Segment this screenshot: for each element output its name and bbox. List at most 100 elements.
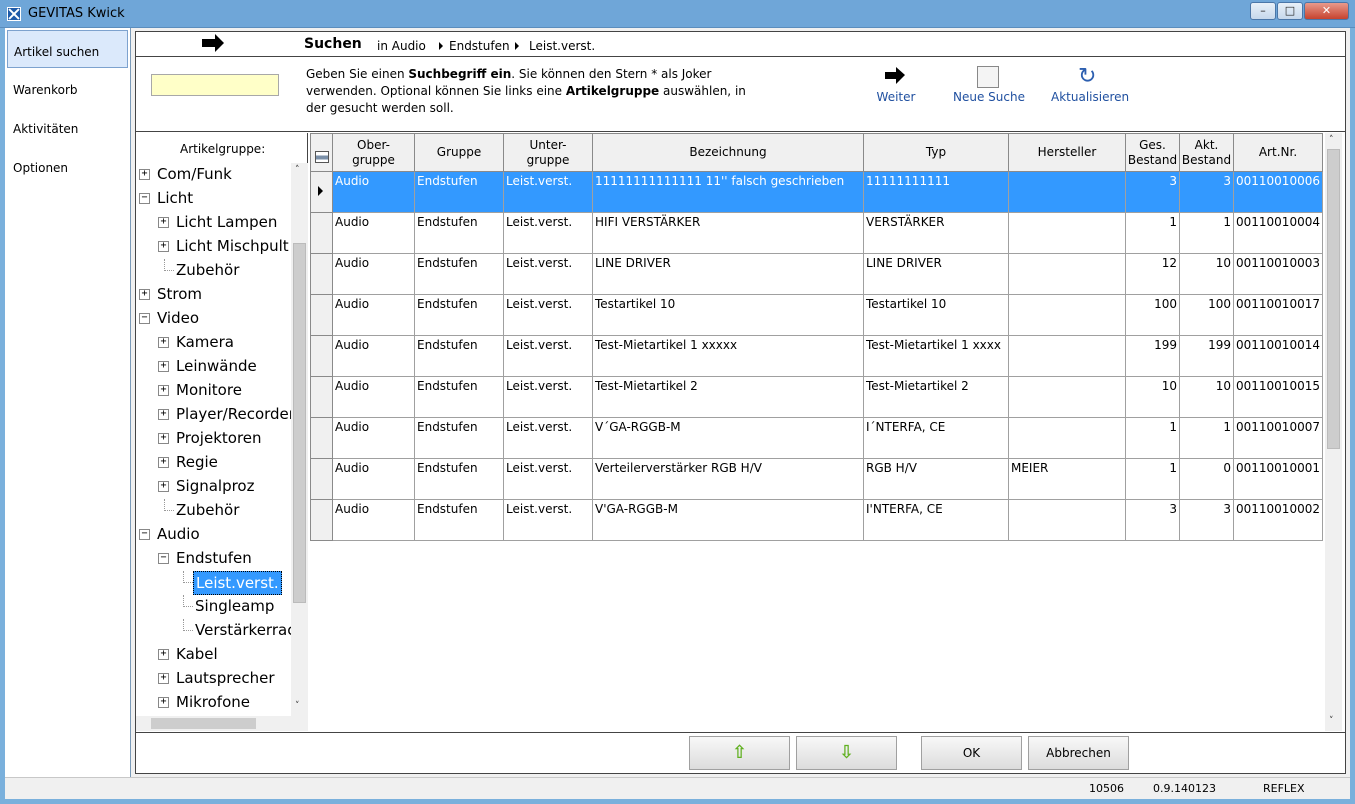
expand-icon[interactable]: + [158,217,169,228]
tree-node[interactable]: + Leinwände [136,355,291,379]
close-icon[interactable]: ✕ [1304,2,1349,20]
scroll-up-icon[interactable]: ˄ [1329,135,1334,145]
tree-node[interactable]: + Monitore [136,379,291,403]
column-header[interactable]: Art.Nr. [1233,133,1323,172]
expand-icon[interactable]: + [158,337,169,348]
scroll-down-icon[interactable]: ˅ [1329,716,1334,726]
table-row[interactable]: Audio Endstufen Leist.verst. V´GA-RGGB-M I´N… [310,417,1323,459]
nav-item-optionen[interactable]: Optionen [7,147,128,185]
table-row[interactable]: Audio Endstufen Leist.verst. Testartikel 10… [310,294,1323,336]
column-header[interactable]: Typ [863,133,1009,172]
row-header[interactable] [310,294,333,336]
move-down-button[interactable]: ⇩ [796,736,897,770]
row-header[interactable] [310,253,333,295]
row-header[interactable] [310,417,333,459]
table-row[interactable]: Audio Endstufen Leist.verst. 11111111111111… [310,171,1323,213]
tree-node[interactable]: + Strom [136,283,291,307]
tree-node[interactable]: Zubehör [136,259,291,283]
tree-title: Artikelgruppe: [180,142,266,156]
tree-node[interactable]: Zubehör [136,499,291,523]
tree-node[interactable]: + Kabel [136,643,291,667]
tree-node[interactable]: − Video [136,307,291,331]
ok-button[interactable]: OK [921,736,1022,770]
tree-node[interactable]: Leist.verst. [136,571,291,595]
search-input[interactable] [151,74,279,96]
row-header[interactable] [310,212,333,254]
minimize-icon[interactable]: – [1250,2,1276,20]
refresh-label: Aktualisieren [1051,90,1130,104]
table-row[interactable]: Audio Endstufen Leist.verst. LINE DRIVER LIN… [310,253,1323,295]
expand-icon[interactable]: + [158,649,169,660]
column-header[interactable]: Gruppe [414,133,504,172]
scrollbar-thumb[interactable] [293,243,306,603]
next-button[interactable]: Weiter [874,66,918,110]
breadcrumb-item[interactable]: Endstufen [449,39,510,53]
nav-item-artikel-suchen[interactable]: Artikel suchen [7,30,128,68]
tree-node[interactable]: + Lautsprecher [136,667,291,691]
row-header[interactable] [310,458,333,500]
breadcrumb-item[interactable]: in Audio [377,39,426,53]
scroll-down-icon[interactable]: ˅ [295,701,300,711]
scrollbar-thumb[interactable] [1327,149,1340,449]
tree-node[interactable]: + Player/Recorder [136,403,291,427]
expand-icon[interactable]: + [158,697,169,708]
table-row[interactable]: Audio Endstufen Leist.verst. Test-Mietartik… [310,335,1323,377]
column-header[interactable]: Akt. Bestand [1179,133,1234,172]
collapse-icon[interactable]: − [139,529,150,540]
cancel-button[interactable]: Abbrechen [1028,736,1129,770]
tree-node[interactable]: Singleamp [136,595,291,619]
column-header[interactable]: Ges. Bestand [1125,133,1180,172]
move-up-button[interactable]: ⇧ [689,736,790,770]
breadcrumb-item[interactable]: Leist.verst. [529,39,595,53]
tree-node[interactable]: + Signalproz [136,475,291,499]
expand-icon[interactable]: + [158,433,169,444]
column-header[interactable]: Ober- gruppe [332,133,415,172]
table-row[interactable]: Audio Endstufen Leist.verst. Test-Mietartik… [310,376,1323,418]
expand-icon[interactable]: + [139,169,150,180]
tree-horizontal-scrollbar[interactable] [136,716,308,731]
expand-icon[interactable]: + [139,289,150,300]
collapse-icon[interactable]: − [158,553,169,564]
table-row[interactable]: Audio Endstufen Leist.verst. V'GA-RGGB-M I'N… [310,499,1323,541]
collapse-icon[interactable]: − [139,313,150,324]
new-search-button[interactable]: Neue Suche [953,66,1025,110]
maximize-icon[interactable]: □ [1277,2,1303,20]
tree-node[interactable]: − Audio [136,523,291,547]
table-row[interactable]: Audio Endstufen Leist.verst. Verteilerverst… [310,458,1323,500]
tree-node[interactable]: − Endstufen [136,547,291,571]
tree-node[interactable]: + Projektoren [136,427,291,451]
row-header[interactable] [310,376,333,418]
tree-node[interactable]: + Com/Funk [136,163,291,187]
tree-node[interactable]: − Licht [136,187,291,211]
tree-node[interactable]: Verstärkerrac [136,619,291,643]
table-row[interactable]: Audio Endstufen Leist.verst. HIFI VERSTÄRKE… [310,212,1323,254]
tree-node[interactable]: + Licht Lampen [136,211,291,235]
row-header[interactable] [310,335,333,377]
tree-node[interactable]: + Regie [136,451,291,475]
nav-item-aktivitaeten[interactable]: Aktivitäten [7,108,128,146]
tree-node[interactable]: + Licht Mischpult [136,235,291,259]
expand-icon[interactable]: + [158,241,169,252]
column-header[interactable]: Bezeichnung [592,133,864,172]
tree-vertical-scrollbar[interactable]: ˄ ˅ [291,163,308,716]
tree-node-label: Video [157,309,200,327]
column-header[interactable]: Unter- gruppe [503,133,593,172]
nav-item-warenkorb[interactable]: Warenkorb [7,69,128,107]
collapse-icon[interactable]: − [139,193,150,204]
column-header[interactable]: Hersteller [1008,133,1126,172]
scrollbar-thumb[interactable] [151,718,256,729]
expand-icon[interactable]: + [158,481,169,492]
tree-node[interactable]: + Mikrofone [136,691,291,715]
expand-icon[interactable]: + [158,457,169,468]
tree-node[interactable]: + Kamera [136,331,291,355]
expand-icon[interactable]: + [158,361,169,372]
row-header[interactable] [310,499,333,541]
row-header[interactable] [310,171,333,213]
expand-icon[interactable]: + [158,385,169,396]
expand-icon[interactable]: + [158,409,169,420]
scroll-up-icon[interactable]: ˄ [295,165,300,175]
refresh-button[interactable]: ↻ Aktualisieren [1051,66,1130,110]
grid-vertical-scrollbar[interactable]: ˄ ˅ [1325,133,1342,731]
print-column-header[interactable] [310,133,333,172]
expand-icon[interactable]: + [158,673,169,684]
